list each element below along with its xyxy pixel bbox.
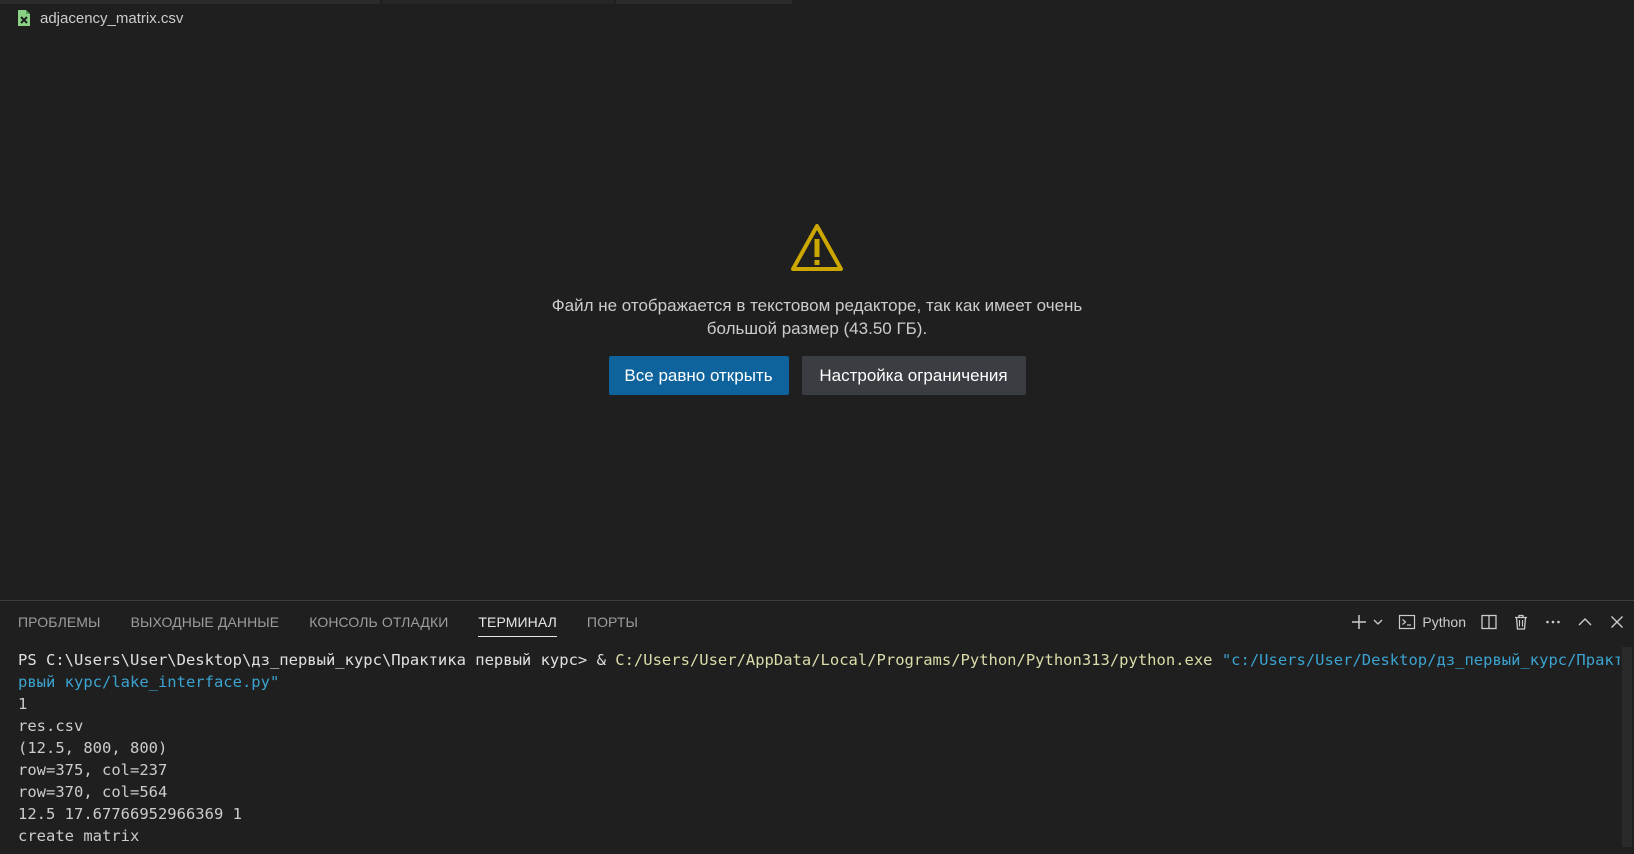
terminal-output[interactable]: PS C:\Users\User\Desktop\дз_первый_курс\…	[18, 649, 1634, 847]
scrollbar-thumb[interactable]	[1622, 647, 1632, 847]
tab-segment	[616, 0, 792, 4]
warning-actions: Все равно открыть Настройка ограничения	[608, 356, 1026, 395]
terminal-output-line: res.csv	[18, 717, 84, 735]
terminal-prompt: PS C:\Users\User\Desktop\дз_первый_курс\…	[18, 651, 597, 669]
terminal-exe-path: C:/Users/User/AppData/Local/Programs/Pyt…	[615, 651, 1213, 669]
more-icon[interactable]	[1544, 613, 1562, 631]
csv-file-icon	[16, 9, 32, 27]
close-icon[interactable]	[1608, 613, 1626, 631]
tab-problems[interactable]: ПРОБЛЕМЫ	[18, 601, 101, 643]
terminal-output-line: create matrix	[18, 827, 140, 845]
terminal-scrollbar[interactable]	[1620, 643, 1634, 854]
terminal-icon	[1398, 613, 1416, 631]
chevron-down-icon[interactable]	[1372, 613, 1384, 631]
open-anyway-button[interactable]: Все равно открыть	[608, 356, 789, 395]
large-file-warning: Файл не отображается в текстовом редакто…	[0, 222, 1634, 395]
warning-icon	[789, 222, 845, 274]
breadcrumb-file-name[interactable]: adjacency_matrix.csv	[40, 10, 183, 27]
tab-segment	[382, 0, 614, 4]
warning-message-line: Файл не отображается в текстовом редакто…	[551, 296, 1083, 315]
terminal-script-arg: "c:/Users/User/Desktop/дз_первый_курс/Пр…	[1221, 651, 1634, 669]
trash-icon[interactable]	[1512, 613, 1530, 631]
split-icon[interactable]	[1480, 613, 1498, 631]
terminal-output-line: row=370, col=564	[18, 783, 168, 801]
tab-segment	[0, 0, 380, 4]
configure-limit-button[interactable]: Настройка ограничения	[801, 356, 1026, 395]
plus-icon[interactable]	[1350, 613, 1368, 631]
terminal-output-line: 1	[18, 695, 28, 713]
tab-output[interactable]: ВЫХОДНЫЕ ДАННЫЕ	[131, 601, 280, 643]
terminal-output-line: (12.5, 800, 800)	[18, 739, 168, 757]
breadcrumb[interactable]: adjacency_matrix.csv	[16, 8, 183, 28]
panel-tabs: ПРОБЛЕМЫ ВЫХОДНЫЕ ДАННЫЕ КОНСОЛЬ ОТЛАДКИ…	[18, 601, 638, 643]
warning-message-line: большой размер (43.50 ГБ).	[706, 319, 928, 338]
terminal-output-line: 12.5 17.67766952966369 1	[18, 805, 242, 823]
terminal-operator: &	[596, 651, 616, 669]
chevron-up-icon[interactable]	[1576, 613, 1594, 631]
terminal-profile-label: Python	[1422, 614, 1466, 630]
tab-strip-line	[0, 0, 830, 4]
bottom-panel: ПРОБЛЕМЫ ВЫХОДНЫЕ ДАННЫЕ КОНСОЛЬ ОТЛАДКИ…	[0, 600, 1634, 854]
terminal-profile[interactable]: Python	[1398, 613, 1466, 631]
editor-area: adjacency_matrix.csv Файл не отображаетс…	[0, 0, 1634, 600]
warning-message: Файл не отображается в текстовом редакто…	[537, 294, 1097, 340]
terminal-command-line: PS C:\Users\User\Desktop\дз_первый_курс\…	[18, 649, 1634, 671]
tab-terminal[interactable]: ТЕРМИНАЛ	[478, 601, 557, 643]
tab-ports[interactable]: ПОРТЫ	[587, 601, 638, 643]
terminal-script-arg-cont: рвый курс/lake_interface.py"	[18, 673, 280, 691]
tab-debug-console[interactable]: КОНСОЛЬ ОТЛАДКИ	[309, 601, 448, 643]
panel-actions: Python	[1350, 601, 1626, 643]
terminal-command-line-wrap: рвый курс/lake_interface.py"	[18, 671, 1618, 693]
terminal-output-line: row=375, col=237	[18, 761, 168, 779]
